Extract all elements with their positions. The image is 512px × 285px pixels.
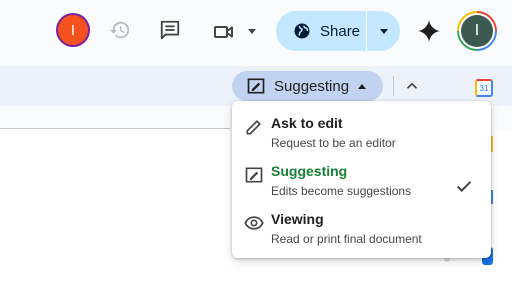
checkmark-icon — [456, 181, 472, 193]
menu-item-suggesting[interactable]: Suggesting Edits become suggestions — [232, 160, 491, 206]
editing-mode-label: Suggesting — [274, 77, 350, 95]
menu-item-ask-to-edit[interactable]: Ask to edit Request to be an editor — [232, 112, 491, 158]
account-avatar-inner: I — [461, 15, 493, 47]
menu-item-viewing[interactable]: Viewing Read or print final document — [232, 208, 491, 254]
suggest-edit-icon — [247, 78, 265, 94]
menu-item-description: Request to be an editor — [271, 136, 396, 150]
video-camera-icon — [214, 26, 233, 38]
meet-button[interactable] — [210, 16, 256, 48]
account-avatar[interactable]: I — [457, 11, 497, 51]
collaborator-avatar[interactable]: I — [58, 15, 88, 45]
editing-mode-button[interactable]: Suggesting — [232, 71, 383, 101]
pencil-icon — [246, 120, 261, 135]
chevron-up-icon — [406, 82, 418, 89]
version-history-button[interactable] — [104, 14, 136, 46]
suggest-edit-icon — [245, 167, 263, 183]
share-options-button[interactable] — [367, 11, 400, 51]
history-icon — [109, 21, 130, 39]
sparkle-icon — [418, 20, 440, 42]
menu-item-title: Viewing — [271, 211, 324, 227]
hide-menus-button[interactable] — [396, 70, 428, 102]
caret-down-icon — [379, 28, 388, 34]
share-button-group: Share — [276, 11, 400, 51]
gemini-button[interactable] — [413, 15, 445, 47]
eye-icon — [244, 216, 264, 230]
menu-item-title: Suggesting — [271, 163, 348, 179]
share-label: Share — [320, 22, 361, 40]
globe-icon — [294, 23, 310, 39]
toolbar-divider — [393, 76, 394, 96]
chevron-down-icon — [248, 29, 256, 34]
comment-icon — [160, 20, 180, 40]
comments-button[interactable] — [154, 14, 186, 46]
caret-up-icon — [358, 84, 366, 89]
calendar-icon[interactable]: 31 — [475, 79, 493, 97]
editing-mode-menu: Ask to edit Request to be an editor Sugg… — [232, 101, 491, 258]
calendar-icon-text: 31 — [479, 83, 489, 93]
account-initial: I — [474, 22, 480, 39]
share-button[interactable]: Share — [276, 11, 366, 51]
menu-item-description: Read or print final document — [271, 232, 422, 246]
menu-item-description: Edits become suggestions — [271, 184, 412, 198]
menu-item-title: Ask to edit — [271, 115, 343, 131]
collaborator-avatar-initial: I — [70, 21, 76, 39]
